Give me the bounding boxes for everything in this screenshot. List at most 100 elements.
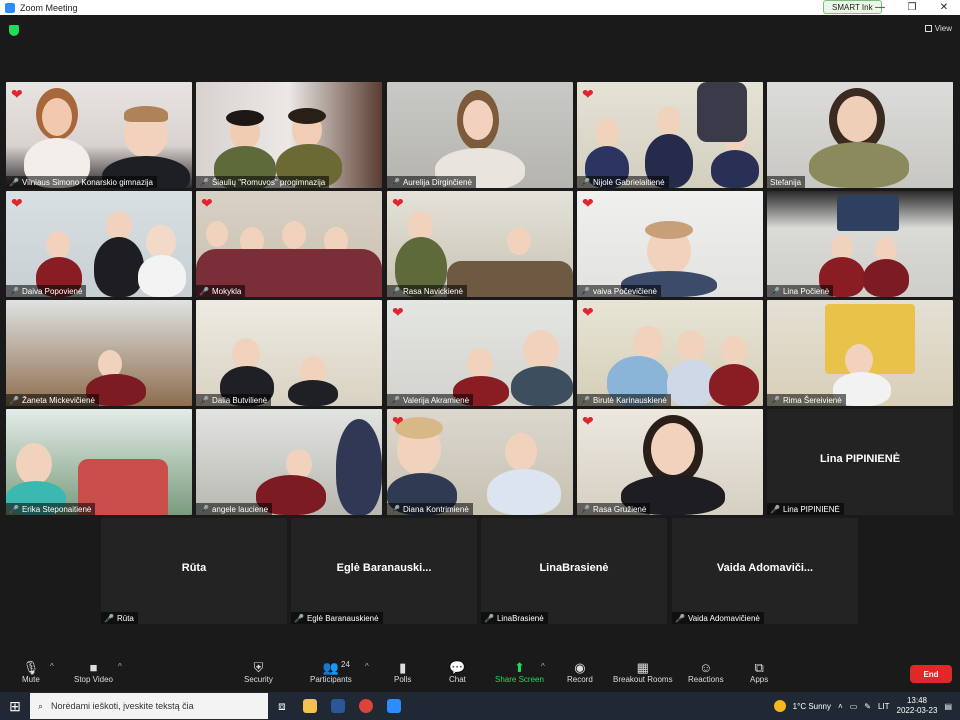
chat-button[interactable]: 💬 Chat xyxy=(449,660,466,684)
video-tile[interactable]: 🎤 Erika Steponaitienė xyxy=(6,409,192,515)
window-titlebar: Zoom Meeting xyxy=(0,0,960,15)
record-button[interactable]: ◉ Record xyxy=(567,660,593,684)
share-screen-button[interactable]: ⬆ Share Screen xyxy=(495,660,544,684)
video-tile-active-speaker[interactable]: Stefanija xyxy=(767,82,953,188)
participant-name: 🎤 Vilniaus Simono Konarskio gimnazija xyxy=(6,176,157,188)
video-tile[interactable]: ❤ 🎤 Birutė Karinauskienė xyxy=(577,300,763,406)
microphone-icon: 🎙 xyxy=(22,660,40,675)
tray-expand-icon[interactable]: ˄ xyxy=(838,702,843,711)
video-tile[interactable]: 🎤 Rima Šereivienė xyxy=(767,300,953,406)
video-camera-icon: ■ xyxy=(89,660,98,675)
notifications-icon[interactable]: ▤ xyxy=(944,702,952,711)
clock-date: 2022-03-23 xyxy=(896,706,938,715)
video-tile[interactable]: ❤ 🎤 vaiva Počevičienė xyxy=(577,191,763,297)
video-tile[interactable]: 🎤 Žaneta Mickevičienė xyxy=(6,300,192,406)
video-tile[interactable]: ❤ 🎤 Nijolė Gabrielaitienė xyxy=(577,82,763,188)
security-shield-icon[interactable] xyxy=(9,25,19,36)
participant-name: 🎤 Nijolė Gabrielaitienė xyxy=(577,176,669,188)
task-view-icon[interactable]: ⧈ xyxy=(268,692,296,720)
file-explorer-icon[interactable] xyxy=(296,692,324,720)
mute-button[interactable]: 🎙 Mute xyxy=(22,660,40,684)
input-language[interactable]: LIT xyxy=(878,702,890,711)
zoom-app-icon[interactable] xyxy=(380,692,408,720)
mic-off-icon: 🎤 xyxy=(104,613,114,623)
participant-name: 🎤 Rima Šereivienė xyxy=(767,394,846,406)
video-tile[interactable]: ❤ 🎤 Rasa Gružienė xyxy=(577,409,763,515)
participant-name: 🎤 Rūta xyxy=(101,612,138,624)
close-button[interactable]: ✕ xyxy=(928,0,960,15)
taskbar-search-input[interactable]: ⌕ Norėdami ieškoti, įveskite tekstą čia xyxy=(30,693,268,719)
heart-reaction-icon: ❤ xyxy=(11,86,23,102)
video-tile[interactable]: 🎤 Aurelija Dirginčienė xyxy=(387,82,573,188)
video-tile[interactable]: ❤ 🎤 Valerija Akramienė xyxy=(387,300,573,406)
video-tile[interactable]: 🎤 Dalia Butvilienė xyxy=(196,300,382,406)
reactions-button[interactable]: ☺ Reactions xyxy=(688,660,724,684)
video-options-caret-icon[interactable]: ^ xyxy=(118,662,122,671)
security-button[interactable]: ⛨ Security xyxy=(244,660,273,684)
pen-icon[interactable]: ✎ xyxy=(864,702,871,711)
mic-off-icon: 🎤 xyxy=(580,286,590,296)
mic-off-icon: 🎤 xyxy=(770,504,780,514)
video-tile[interactable]: 🎤 Lina Počienė xyxy=(767,191,953,297)
end-meeting-button[interactable]: End xyxy=(910,665,952,683)
search-icon: ⌕ xyxy=(38,700,44,711)
window-title: Zoom Meeting xyxy=(20,2,78,13)
zoom-logo-icon xyxy=(5,2,15,13)
video-tile-no-video[interactable]: Eglė Baranauski... 🎤 Eglė Baranauskienė xyxy=(291,518,477,624)
view-label: View xyxy=(934,24,952,33)
weather-text[interactable]: 1°C Sunny xyxy=(793,702,831,711)
mic-off-icon: 🎤 xyxy=(390,395,400,405)
video-tile-no-video[interactable]: LinaBrasienė 🎤 LinaBrasienė xyxy=(481,518,667,624)
audio-options-caret-icon[interactable]: ^ xyxy=(50,662,54,671)
shield-icon: ⛨ xyxy=(253,660,264,675)
stop-video-button[interactable]: ■ Stop Video xyxy=(74,660,113,684)
video-tile-no-video[interactable]: Lina PIPINIENĖ 🎤 Lina PIPINIENĖ xyxy=(767,409,953,515)
mic-off-icon: 🎤 xyxy=(199,504,209,514)
heart-reaction-icon: ❤ xyxy=(582,195,594,211)
participant-name: 🎤 Eglė Baranauskienė xyxy=(291,612,383,624)
participant-name: 🎤 angele lauciene xyxy=(196,503,273,515)
participant-name: 🎤 Erika Steponaitienė xyxy=(6,503,96,515)
smiley-icon: ☺ xyxy=(699,660,713,675)
participant-name: 🎤 Birutė Karinauskienė xyxy=(577,394,671,406)
view-button[interactable]: View xyxy=(924,24,952,33)
mic-off-icon: 🎤 xyxy=(390,177,400,187)
video-tile[interactable]: ❤ 🎤 Daiva Popovienė xyxy=(6,191,192,297)
participant-name: Stefanija xyxy=(767,176,806,188)
participant-name: 🎤 Valerija Akramienė xyxy=(387,394,474,406)
video-tile-no-video[interactable]: Rūta 🎤 Rūta xyxy=(101,518,287,624)
taskbar-clock[interactable]: 13:48 2022-03-23 xyxy=(897,696,938,716)
breakout-rooms-button[interactable]: ▦ Breakout Rooms xyxy=(613,660,673,684)
word-icon[interactable] xyxy=(324,692,352,720)
participant-display-name: Eglė Baranauski... xyxy=(336,562,432,574)
apps-button[interactable]: ⧉ Apps xyxy=(750,660,768,684)
share-options-caret-icon[interactable]: ^ xyxy=(541,662,545,671)
chrome-icon[interactable] xyxy=(352,692,380,720)
mic-off-icon: 🎤 xyxy=(9,286,19,296)
mic-off-icon: 🎤 xyxy=(199,177,209,187)
participant-display-name: Vaida Adomaviči... xyxy=(716,562,814,574)
restore-button[interactable]: ❐ xyxy=(896,0,928,15)
windows-taskbar: ⊞ ⌕ Norėdami ieškoti, įveskite tekstą či… xyxy=(0,692,960,720)
windows-start-icon[interactable]: ⊞ xyxy=(0,692,30,720)
video-tile[interactable]: 🎤 Šiaulių "Romuvos" progimnazija xyxy=(196,82,382,188)
video-tile[interactable]: ❤ 🎤 Vilniaus Simono Konarskio gimnazija xyxy=(6,82,192,188)
participants-options-caret-icon[interactable]: ^ xyxy=(365,662,369,671)
participant-name: 🎤 Žaneta Mickevičienė xyxy=(6,394,99,406)
meeting-topbar: View xyxy=(0,15,960,45)
video-tile[interactable]: ❤ 🎤 Mokykla xyxy=(196,191,382,297)
participant-name: 🎤 Lina Počienė xyxy=(767,285,834,297)
share-arrow-icon: ⬆ xyxy=(514,660,525,675)
network-icon[interactable]: ▭ xyxy=(850,702,858,711)
participant-name: 🎤 Vaida Adomavičienė xyxy=(672,612,764,624)
apps-icon: ⧉ xyxy=(754,660,764,675)
clock-time: 13:48 xyxy=(906,696,927,705)
minimize-button[interactable]: — xyxy=(864,0,896,15)
mic-off-icon: 🎤 xyxy=(770,395,780,405)
video-tile[interactable]: ❤ 🎤 Rasa Navickienė xyxy=(387,191,573,297)
polls-button[interactable]: ▮ Polls xyxy=(394,660,411,684)
video-tile[interactable]: 🎤 angele lauciene xyxy=(196,409,382,515)
video-tile[interactable]: ❤ 🎤 Diana Kontrimienė xyxy=(387,409,573,515)
participant-name: 🎤 Šiaulių "Romuvos" progimnazija xyxy=(196,176,330,188)
video-tile-no-video[interactable]: Vaida Adomaviči... 🎤 Vaida Adomavičienė xyxy=(672,518,858,624)
